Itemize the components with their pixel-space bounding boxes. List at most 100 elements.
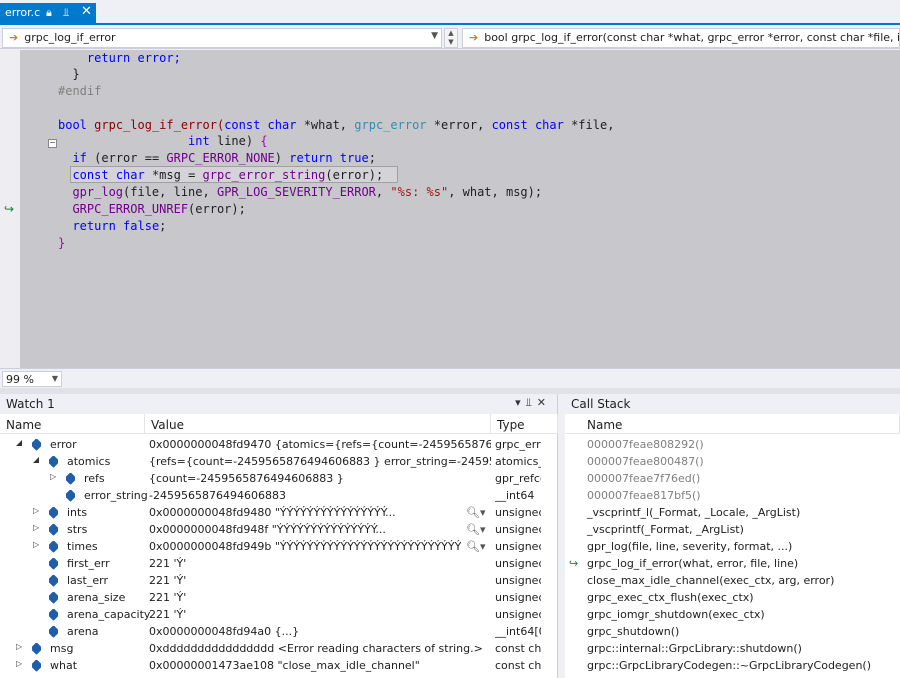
dropdown-icon[interactable]: ▾ [515, 396, 526, 409]
code-editor[interactable]: ↪ − return error; } #endif bool grpc_log… [0, 50, 900, 368]
watch-name: arena_capacity [67, 608, 151, 621]
code-line: int line) { [188, 134, 268, 148]
expand-triangle-icon[interactable]: ▷ [16, 642, 22, 651]
magnifier-icon[interactable]: 🔍︎▾ [466, 523, 486, 536]
watch-row[interactable]: ◢ atomics {refs={count=-2459565876494606… [0, 453, 558, 470]
watch-row[interactable]: arena_capacity 221 'Ý' unsigned char [0, 606, 558, 623]
name-column-header[interactable]: Name [0, 414, 145, 434]
tab-title: error.c [5, 6, 41, 19]
navigation-bar: ➔ grpc_log_if_error ▼ ▲ ▼ ➔ bool grpc_log_i… [0, 27, 900, 49]
close-icon[interactable]: ✕ [537, 396, 551, 409]
tab-error-c[interactable]: error.c 🔒︎ ⫫ ✕ [0, 3, 96, 25]
stack-frame[interactable]: 000007feae808292() [565, 436, 900, 453]
collapse-triangle-icon[interactable]: ◢ [33, 455, 39, 464]
watch-row[interactable]: arena 0x0000000048fd94a0 {...} __int64[0… [0, 623, 558, 640]
watch-value[interactable]: 0xdddddddddddddddd <Error reading charac… [149, 642, 491, 655]
object-icon [49, 456, 58, 469]
expand-triangle-icon[interactable]: ▷ [33, 506, 39, 515]
watch-value[interactable]: 0x0000000048fd949b "ÝÝÝÝÝÝÝÝÝÝÝÝÝÝÝÝÝÝÝÝ… [149, 540, 461, 553]
collapse-toggle[interactable]: − [48, 139, 57, 148]
watch-name: error_string [84, 489, 148, 502]
stack-frame[interactable]: 000007feae800487() [565, 453, 900, 470]
watch-value[interactable]: -2459565876494606883 [149, 489, 491, 502]
expand-triangle-icon[interactable]: ▷ [50, 472, 56, 481]
expand-triangle-icon[interactable]: ▷ [33, 523, 39, 532]
object-icon [32, 439, 41, 452]
close-icon[interactable]: ✕ [81, 4, 92, 19]
magnifier-icon[interactable]: 🔍︎▾ [466, 540, 486, 553]
call-stack-name-header[interactable]: Name [565, 414, 900, 434]
return-point-icon: ↪ [4, 202, 15, 216]
stack-frame[interactable]: grpc_iomgr_shutdown(exec_ctx) [565, 606, 900, 623]
watch-row[interactable]: error_string -2459565876494606883 __int6… [0, 487, 558, 504]
stack-frame[interactable]: _vscprintf_l(_Format, _Locale, _ArgList) [565, 504, 900, 521]
watch-value[interactable]: 0x0000000048fd94a0 {...} [149, 625, 491, 638]
object-icon [49, 541, 58, 554]
watch-type: unsigned char [495, 557, 541, 570]
watch-value[interactable]: 0x0000000048fd9470 {atomics={refs={count… [149, 438, 491, 451]
lock-icon: 🔒︎ [46, 6, 52, 19]
watch-row[interactable]: first_err 221 'Ý' unsigned char [0, 555, 558, 572]
watch-value[interactable]: 0x00000001473ae108 "close_max_idle_chann… [149, 659, 491, 672]
watch-row[interactable]: ▷ ints 0x0000000048fd9480 "ÝÝÝÝÝÝÝÝÝÝÝÝÝ… [0, 504, 558, 521]
watch-row[interactable]: ▷ times 0x0000000048fd949b "ÝÝÝÝÝÝÝÝÝÝÝÝ… [0, 538, 558, 555]
code-line: } [72, 67, 80, 81]
watch-value[interactable]: {refs={count=-2459565876494606883 } erro… [149, 455, 491, 468]
stack-frame[interactable]: ↪ grpc_log_if_error(what, error, file, li… [565, 555, 900, 572]
watch-type: gpr_refcount [495, 472, 541, 485]
indicator-margin[interactable]: ↪ [0, 50, 20, 368]
watch-value[interactable]: 221 'Ý' [149, 557, 491, 570]
vertical-splitter[interactable] [558, 394, 565, 678]
zoom-dropdown[interactable]: 99 % ▼ [2, 371, 62, 387]
stack-frame[interactable]: _vscprintf(_Format, _ArgList) [565, 521, 900, 538]
watch-row[interactable]: ▷ strs 0x0000000048fd948f "ÝÝÝÝÝÝÝÝÝÝÝÝÝ… [0, 521, 558, 538]
object-icon [66, 473, 75, 486]
arrow-right-icon: ➔ [9, 31, 19, 44]
type-column-header[interactable]: Type [491, 414, 558, 434]
function-dropdown[interactable]: ➔ bool grpc_log_if_error(const char *what… [462, 28, 900, 48]
watch-value[interactable]: {count=-2459565876494606883 } [149, 472, 491, 485]
stack-frame[interactable]: grpc_shutdown() [565, 623, 900, 640]
watch-panel: Watch 1 ▾⫫✕ Name Value Type ◢ error 0x00… [0, 394, 558, 678]
watch-row[interactable]: last_err 221 'Ý' unsigned char [0, 572, 558, 589]
magnifier-icon[interactable]: 🔍︎▾ [466, 506, 486, 519]
split-spinner[interactable]: ▲ ▼ [444, 28, 458, 48]
watch-value[interactable]: 0x0000000048fd948f "ÝÝÝÝÝÝÝÝÝÝÝÝÝÝÝ... [149, 523, 449, 536]
watch-row[interactable]: arena_size 221 'Ý' unsigned char [0, 589, 558, 606]
value-column-header[interactable]: Value [145, 414, 491, 434]
pin-icon[interactable]: ⫫ [526, 396, 537, 409]
watch-row[interactable]: ▷ refs {count=-2459565876494606883 } gpr… [0, 470, 558, 487]
watch-value[interactable]: 0x0000000048fd9480 "ÝÝÝÝÝÝÝÝÝÝÝÝÝÝÝÝ... [149, 506, 449, 519]
stack-frame[interactable]: 000007feae817bf5() [565, 487, 900, 504]
stack-frame[interactable]: grpc::GrpcLibraryCodegen::~GrpcLibraryCo… [565, 657, 900, 674]
expand-triangle-icon[interactable]: ▷ [33, 540, 39, 549]
watch-row[interactable]: ◢ error 0x0000000048fd9470 {atomics={ref… [0, 436, 558, 453]
watch-value[interactable]: 221 'Ý' [149, 591, 491, 604]
scope-label: grpc_log_if_error [24, 31, 116, 44]
collapse-triangle-icon[interactable]: ◢ [16, 438, 22, 447]
frame-label: grpc::internal::GrpcLibrary::shutdown() [587, 642, 802, 655]
scope-dropdown[interactable]: ➔ grpc_log_if_error ▼ [2, 28, 442, 48]
object-icon [49, 626, 58, 639]
frame-label: _vscprintf_l(_Format, _Locale, _ArgList) [587, 506, 801, 519]
watch-type: unsigned char [495, 574, 541, 587]
pin-icon[interactable]: ⫫ [63, 6, 69, 20]
expand-triangle-icon[interactable]: ▷ [16, 659, 22, 668]
code-line: gpr_log(file, line, GPR_LOG_SEVERITY_ERR… [72, 185, 543, 199]
call-stack-title: Call Stack [571, 397, 631, 411]
stack-frame[interactable]: 000007feae7f76ed() [565, 470, 900, 487]
frame-label: 000007feae800487() [587, 455, 704, 468]
stack-frame[interactable]: grpc::internal::GrpcLibrary::shutdown() [565, 640, 900, 657]
watch-value[interactable]: 221 'Ý' [149, 574, 491, 587]
stack-frame[interactable]: grpc_exec_ctx_flush(exec_ctx) [565, 589, 900, 606]
watch-value[interactable]: 221 'Ý' [149, 608, 491, 621]
watch-row[interactable]: ▷ msg 0xdddddddddddddddd <Error reading … [0, 640, 558, 657]
stack-frame[interactable]: gpr_log(file, line, severity, format, ..… [565, 538, 900, 555]
watch-row[interactable]: ▷ what 0x00000001473ae108 "close_max_idl… [0, 657, 558, 674]
watch-type: const char * [495, 642, 541, 655]
code-line: const char *msg = grpc_error_string(erro… [72, 168, 384, 182]
editor-text-area[interactable]: − return error; } #endif bool grpc_log_i… [20, 50, 900, 368]
stack-frame[interactable]: close_max_idle_channel(exec_ctx, arg, er… [565, 572, 900, 589]
object-icon [49, 575, 58, 588]
frame-label: _vscprintf(_Format, _ArgList) [587, 523, 744, 536]
